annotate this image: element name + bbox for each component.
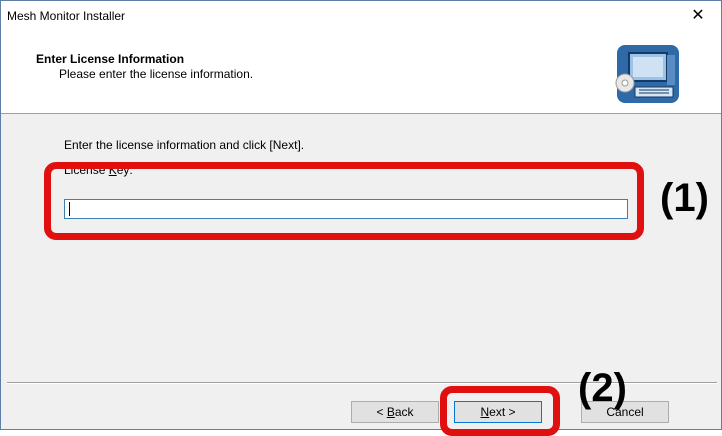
instruction-text: Enter the license information and click … bbox=[64, 138, 305, 152]
close-icon[interactable]: ✕ bbox=[675, 1, 721, 31]
wizard-header: Enter License Information Please enter t… bbox=[1, 31, 721, 114]
back-button[interactable]: < Back bbox=[351, 401, 439, 423]
page-title: Enter License Information bbox=[36, 52, 185, 66]
wizard-content: Enter the license information and click … bbox=[1, 114, 721, 381]
annotation-label-1: (1) bbox=[660, 176, 709, 220]
text-caret bbox=[69, 202, 70, 216]
title-bar: Mesh Monitor Installer ✕ bbox=[1, 1, 721, 31]
annotation-label-2: (2) bbox=[578, 366, 627, 410]
window-title: Mesh Monitor Installer bbox=[7, 9, 126, 23]
license-key-label: License Key: bbox=[64, 163, 133, 177]
license-key-input[interactable] bbox=[64, 199, 628, 219]
next-button[interactable]: Next > bbox=[454, 401, 542, 423]
computer-disc-icon bbox=[615, 45, 679, 103]
page-subtitle: Please enter the license information. bbox=[59, 67, 254, 81]
